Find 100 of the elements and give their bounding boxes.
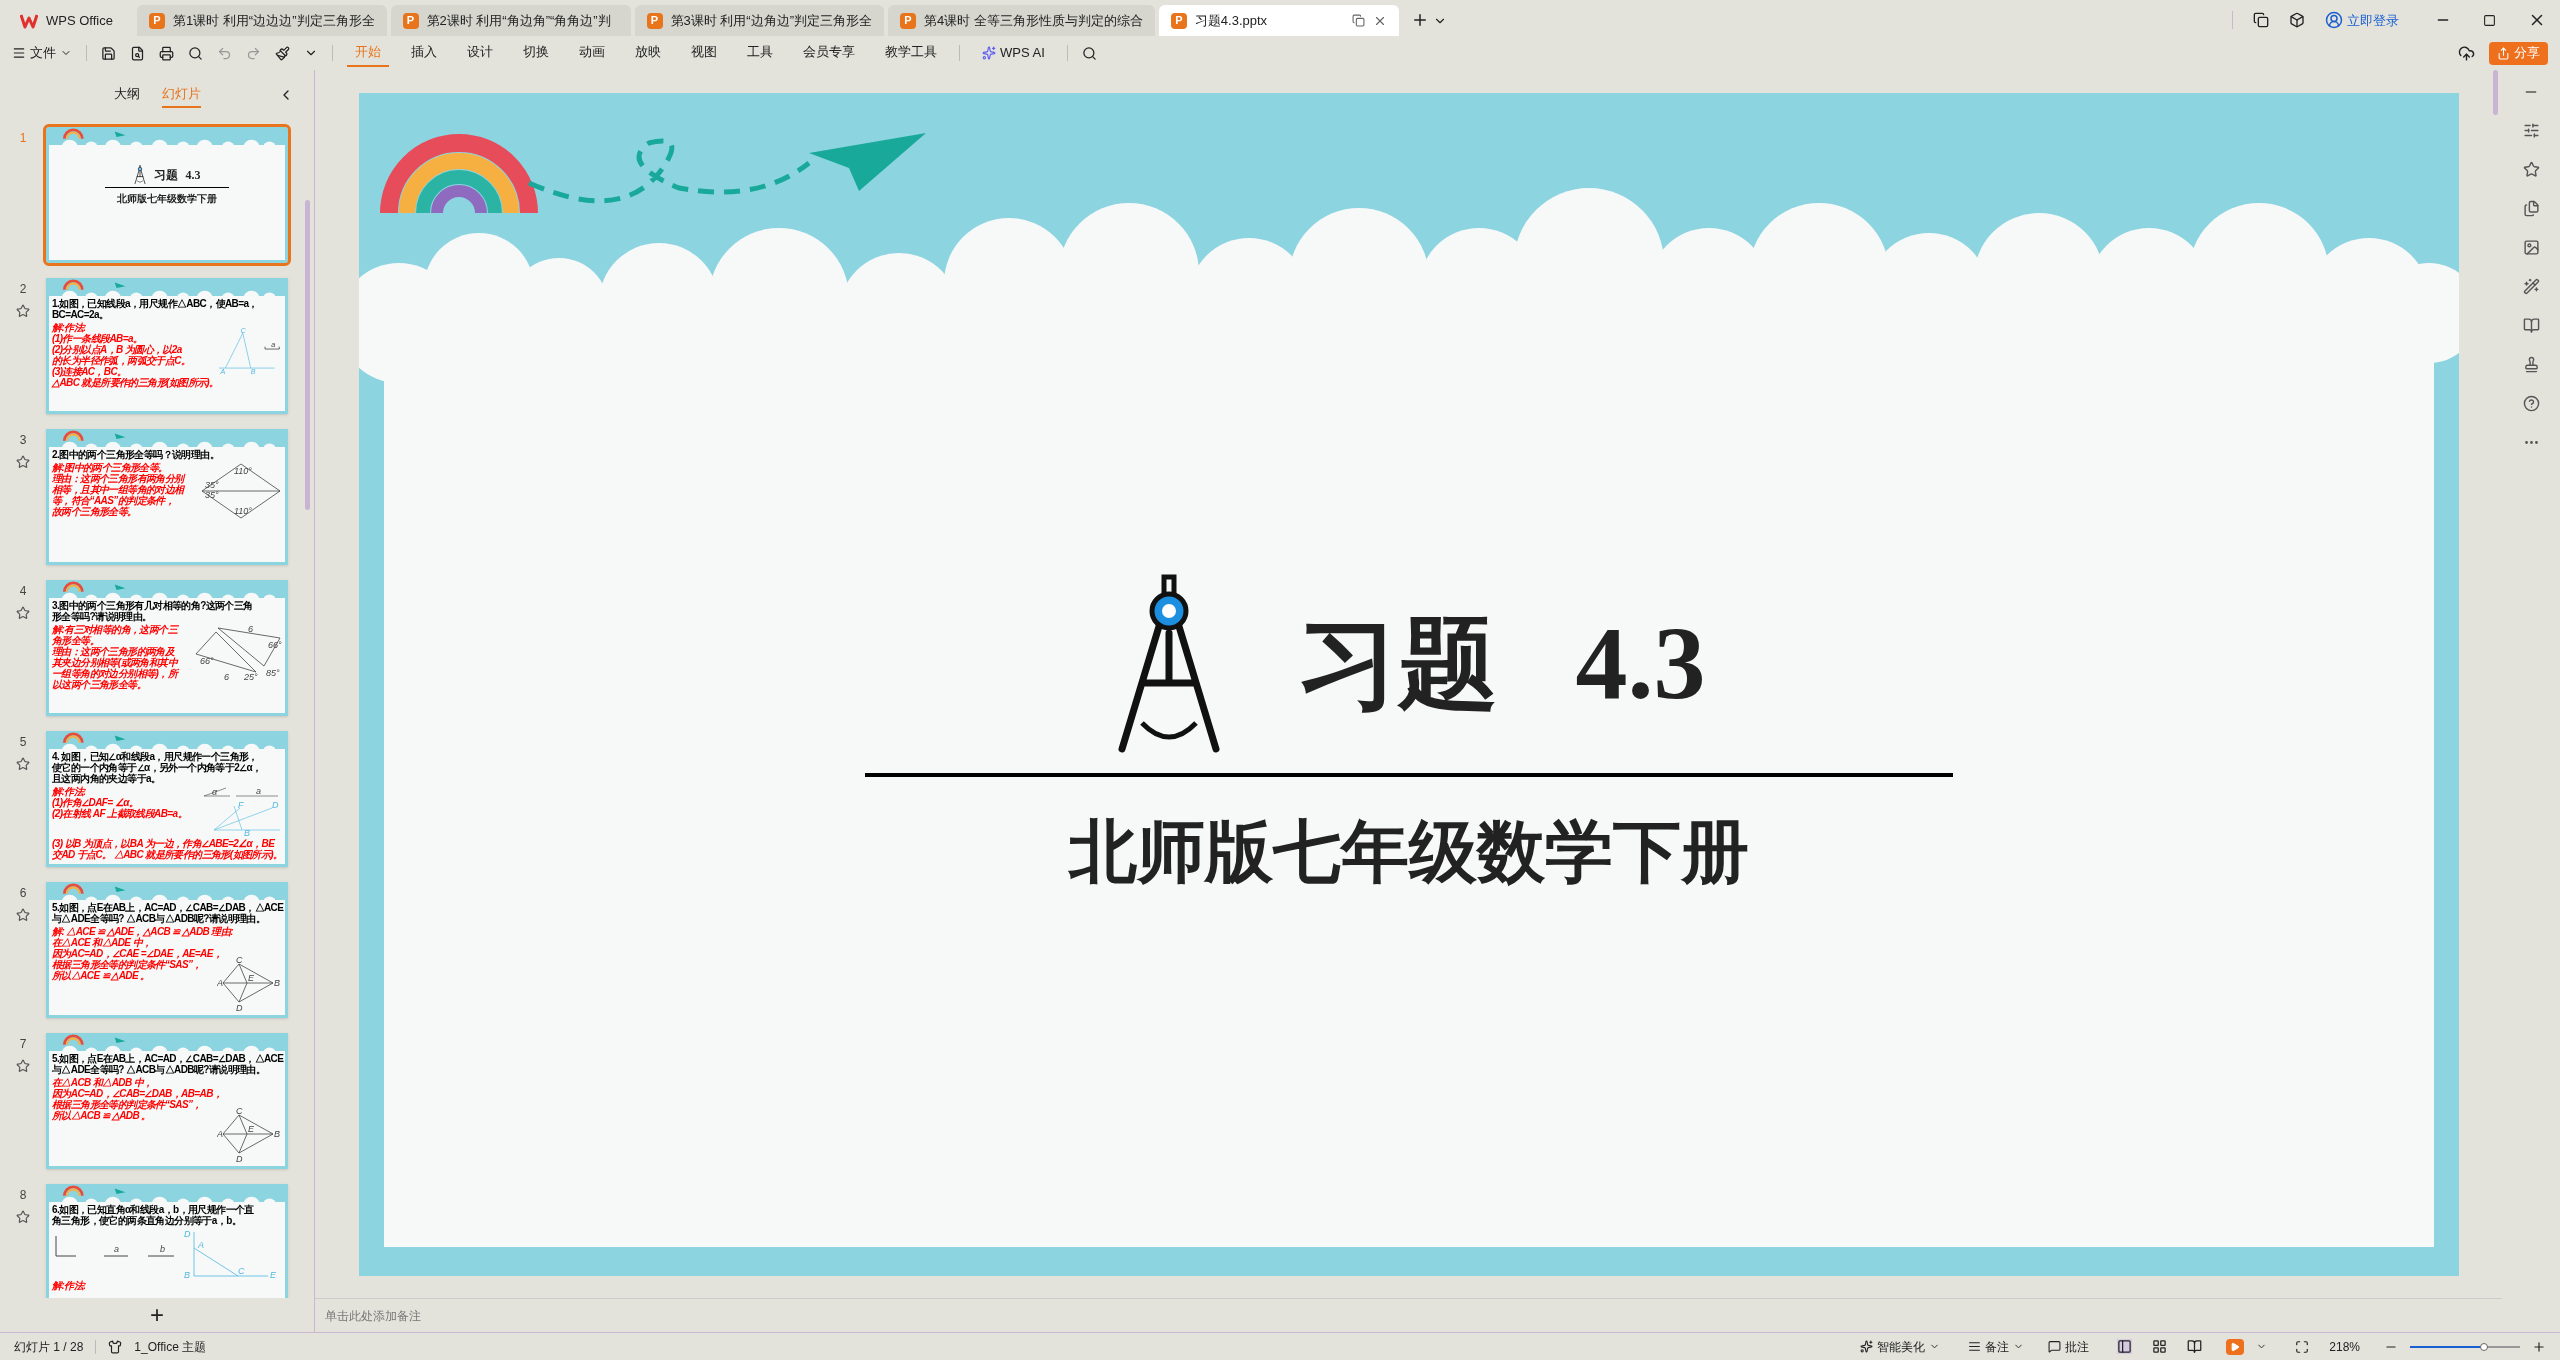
- star-icon[interactable]: [2522, 161, 2540, 178]
- star-icon[interactable]: [16, 757, 30, 771]
- grid-view-icon[interactable]: [2152, 1339, 2168, 1354]
- presentation-badge: P: [900, 12, 916, 29]
- figure-label: A: [217, 1129, 223, 1139]
- question-text: 使它的一个内角等于∠α，另外一个内角等于2∠α，: [52, 762, 263, 773]
- normal-view-icon[interactable]: [2117, 1339, 2133, 1354]
- maximize-icon[interactable]: [2483, 13, 2496, 27]
- figure-label: A: [217, 978, 223, 988]
- play-icon[interactable]: [2226, 1338, 2245, 1355]
- notes-button[interactable]: 备注: [1968, 1337, 2025, 1356]
- copy-icon[interactable]: [2522, 200, 2540, 217]
- print-icon[interactable]: [159, 45, 174, 61]
- slide-thumbnail[interactable]: 2.图中的两个三角形全等吗？说明理由。 解:图中的两个三角形全等。 理由：这两个三角形有两角分别 相等，且其中一组等角的对边相 等，符合“AAS”的判定条件， 故两个三角形全等。 110° 35° 35° 110°: [46, 429, 288, 565]
- figure-label: D: [236, 1154, 243, 1163]
- save-icon[interactable]: [101, 45, 116, 61]
- slide-number: 5: [19, 734, 27, 751]
- window-icon[interactable]: [2253, 12, 2269, 29]
- ribbon-tab[interactable]: 动画: [571, 39, 613, 67]
- file-menu[interactable]: 文件: [12, 43, 72, 63]
- document-tab[interactable]: P 第2课时 利用“角边角”“角角边”判: [390, 5, 631, 36]
- figure-label: C: [236, 955, 243, 965]
- window-icon[interactable]: [1351, 14, 1365, 27]
- theme-name[interactable]: 1_Office 主题: [134, 1337, 207, 1356]
- star-icon[interactable]: [16, 304, 30, 318]
- answer-text: (1)作角∠DAF= ∠α。: [52, 797, 139, 808]
- image-icon[interactable]: [2522, 239, 2540, 256]
- slide-title-number: 4.3: [1575, 611, 1706, 715]
- slide-title-number: 4.3: [185, 166, 201, 184]
- document-tab[interactable]: WPS Office: [8, 5, 133, 36]
- presentation-badge: P: [646, 12, 663, 29]
- document-tab[interactable]: P 第1课时 利用“边边边”判定三角形全: [137, 5, 387, 36]
- question-text: 形全等吗?请说明理由。: [52, 611, 152, 622]
- cube-icon[interactable]: [2289, 12, 2305, 29]
- ribbon-tab[interactable]: 放映: [627, 39, 669, 67]
- help-icon[interactable]: [2522, 395, 2540, 412]
- figure-label: D: [184, 1229, 191, 1239]
- notes-field[interactable]: 单击此处添加备注: [315, 1298, 2502, 1332]
- preview-icon[interactable]: [188, 45, 203, 61]
- question-text: BC=AC=2a。: [52, 309, 110, 320]
- figure-label: B: [244, 828, 250, 836]
- cloud-upload-icon[interactable]: [2458, 44, 2475, 62]
- comments-button[interactable]: 批注: [2048, 1337, 2090, 1356]
- theme-icon[interactable]: [108, 1339, 123, 1354]
- question-text: 1.如图，已知线段a，用尺规作△ABC，使AB=a，: [52, 298, 259, 309]
- star-icon[interactable]: [16, 1210, 30, 1224]
- zoom-in-icon[interactable]: [2532, 1339, 2546, 1354]
- slide-title: 习题: [153, 166, 178, 184]
- ribbon-tab[interactable]: 视图: [683, 39, 725, 67]
- answer-text: 解:图中的两个三角形全等。: [52, 462, 169, 473]
- figure-label: 25°: [244, 672, 258, 680]
- star-icon[interactable]: [16, 1059, 30, 1073]
- beautify-button[interactable]: 智能美化: [1860, 1337, 1941, 1356]
- figure-label: C: [236, 1106, 243, 1116]
- document-tab[interactable]: P 第4课时 全等三角形性质与判定的综合: [888, 5, 1155, 36]
- question-text: 2.图中的两个三角形全等吗？说明理由。: [52, 449, 220, 460]
- question-text: 4. 如图，已知∠α和线段a，用尺规作一个三角形，: [52, 751, 259, 762]
- ribbon-tab[interactable]: 教学工具: [877, 39, 945, 67]
- slide-thumbnail[interactable]: 4. 如图，已知∠α和线段a，用尺规作一个三角形， 使它的一个内角等于∠α，另外一个内角等于2∠α， 且这两内角的夹边等于a。 解:作法: (1)作角∠DAF= ∠α。 (2)在射线 AF 上截取线段AB=a。 α a F D B (3) 以B 为顶点，以BA 为一边，作角∠ABE=2∠α，BE 交AD 于点C。 △ABC 就是所要作的三角形(如图所示)。: [46, 731, 288, 867]
- ribbon-tab[interactable]: 插入: [403, 39, 445, 67]
- document-tab[interactable]: P 第3课时 利用“边角边”判定三角形全: [634, 5, 884, 36]
- figure-label: B: [274, 1129, 280, 1139]
- answer-text: 一组等角的对边分别相等)，所: [52, 668, 177, 679]
- star-icon[interactable]: [16, 908, 30, 922]
- star-icon[interactable]: [16, 606, 30, 620]
- slide-thumbnail[interactable]: 5.如图，点E在AB上，AC=AD，∠CAB=∠DAB，△ACE 与△ADE全等吗? △ACB与△ADB呢?请说明理由。 在△ACB 和△ADB 中， 因为AC=AD，∠CAB=∠DAB，AB=AB， 根据三角形全等的判定条件“SAS”， 所以△ACB ≌ △ADB 。 C A E B D: [46, 1033, 288, 1169]
- wand-icon[interactable]: [2522, 278, 2540, 295]
- ribbon-tab[interactable]: 切换: [515, 39, 557, 67]
- answer-text: △ABC 就是所要作的三角形(如图所示)。: [52, 377, 219, 388]
- answer-text: 所以△ACE ≌ △ADE 。: [52, 970, 150, 981]
- fit-icon[interactable]: [2295, 1339, 2310, 1354]
- slide-thumbnail[interactable]: 3.图中的两个三角形有几对相等的角?这两个三角 形全等吗?请说明理由。 解:有三对相等的角，这两个三 角形全等。 理由：这两个三角形的两角及 其夹边分别相等(或两角和其中 一组等角的对边分别相等)，所 以这两个三角形全等。 6 66° 25° 6 66° 85°: [46, 580, 288, 716]
- format-painter-icon[interactable]: [275, 45, 290, 61]
- ribbon-tab[interactable]: 会员专享: [795, 39, 863, 67]
- question-text: 且这两内角的夹边等于a。: [52, 773, 162, 784]
- avatar-icon[interactable]: [2325, 11, 2343, 30]
- slide-thumbnail[interactable]: 5.如图，点E在AB上，AC=AD，∠CAB=∠DAB，△ACE 与△ADE全等吗? △ACB与△ADB呢?请说明理由。 解: △ACE ≌ △ADE，△ACB ≌ △ADB 理由: 在△ACE 和△ADE 中， 因为AC=AD，∠CAE =∠DAE，AE=AE， 根据三角形全等的判定条件“SAS”， 所以△ACE ≌ △ADE 。 C A E B D: [46, 882, 288, 1018]
- wps-ai-button[interactable]: WPS AI: [974, 43, 1053, 63]
- star-icon[interactable]: [16, 455, 30, 469]
- answer-text: (3) 以B 为顶点，以BA 为一边，作角∠ABE=2∠α，BE: [52, 838, 276, 849]
- stamp-icon[interactable]: [2522, 356, 2540, 373]
- zoom-slider[interactable]: [2410, 1341, 2520, 1352]
- reading-view-icon[interactable]: [2187, 1339, 2203, 1354]
- document-tab[interactable]: P 习题4.3.pptx: [1158, 5, 1399, 36]
- ribbon-tab[interactable]: 设计: [459, 39, 501, 67]
- right-angle-drawing: [55, 1235, 77, 1257]
- slide-counter: 幻灯片 1 / 28: [14, 1338, 84, 1356]
- ribbon-tab[interactable]: 工具: [739, 39, 781, 67]
- answer-text: 根据三角形全等的判定条件“SAS”，: [52, 1099, 203, 1110]
- settings-icon[interactable]: [2522, 122, 2540, 139]
- answer-text: 以这两个三角形全等。: [52, 679, 146, 690]
- panel-tab[interactable]: 大纲: [113, 82, 140, 108]
- book-icon[interactable]: [2522, 317, 2540, 334]
- add-slide-button[interactable]: +: [150, 1303, 164, 1327]
- search-icon[interactable]: [1081, 45, 1097, 61]
- login-link[interactable]: 立即登录: [2347, 10, 2399, 30]
- slide-subtitle: 北师版七年级数学下册: [1068, 817, 1749, 885]
- find-icon[interactable]: [130, 45, 145, 61]
- slide-thumbnail[interactable]: 习题 4.3 北师版七年级数学下册: [46, 127, 288, 263]
- answer-text: 解: △ACE ≌ △ADE，△ACB ≌ △ADB 理由:: [52, 926, 233, 937]
